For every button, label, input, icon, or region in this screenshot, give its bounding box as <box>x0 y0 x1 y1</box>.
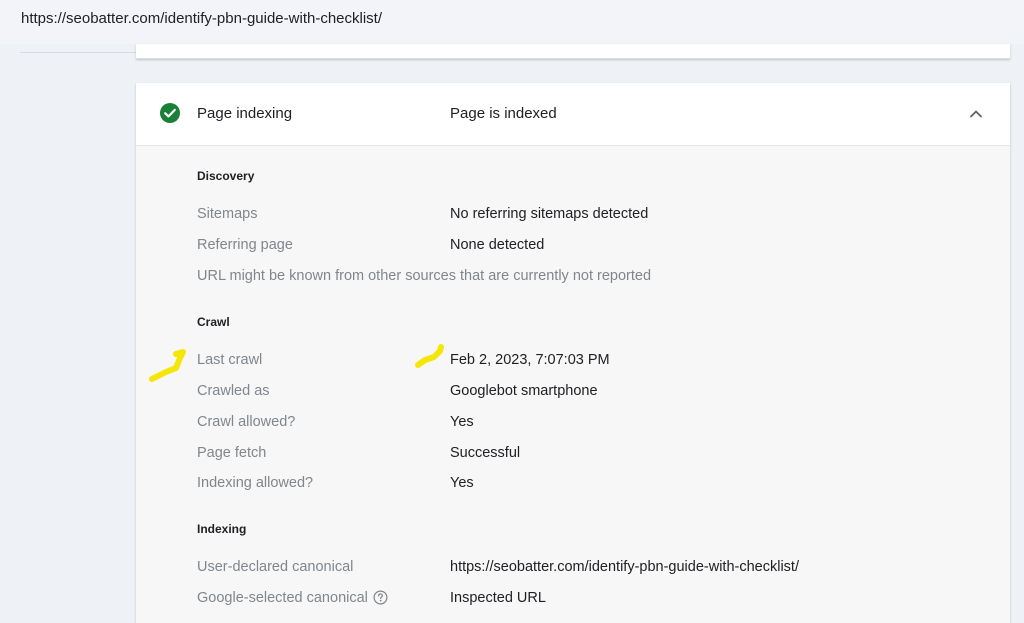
referring-page-value: None detected <box>450 237 545 253</box>
previous-card <box>136 44 1010 59</box>
crawl-heading: Crawl <box>197 315 230 329</box>
help-icon[interactable] <box>373 590 388 605</box>
google-canonical-label-row: Google-selected canonical <box>197 590 388 606</box>
google-canonical-label: Google-selected canonical <box>197 590 368 606</box>
user-canonical-value: https://seobatter.com/identify-pbn-guide… <box>450 559 799 575</box>
user-canonical-label: User-declared canonical <box>197 559 354 575</box>
sitemaps-label: Sitemaps <box>197 206 258 222</box>
check-circle-icon <box>160 103 180 123</box>
crawled-as-value: Googlebot smartphone <box>450 383 598 399</box>
divider <box>20 52 136 53</box>
referring-page-label: Referring page <box>197 237 293 253</box>
url-text: https://seobatter.com/identify-pbn-guide… <box>21 10 383 27</box>
indexing-allowed-value: Yes <box>450 475 474 491</box>
google-canonical-value: Inspected URL <box>450 590 546 606</box>
page-indexing-panel: Page indexing Page is indexed Discovery … <box>136 83 1010 623</box>
sitemaps-value: No referring sitemaps detected <box>450 206 649 222</box>
last-crawl-value: Feb 2, 2023, 7:07:03 PM <box>450 352 610 368</box>
discovery-heading: Discovery <box>197 169 255 183</box>
panel-title: Page indexing <box>197 105 293 122</box>
highlight-arrow-mark <box>415 344 444 368</box>
discovery-note: URL might be known from other sources th… <box>197 268 652 284</box>
crawl-allowed-label: Crawl allowed? <box>197 414 296 430</box>
address-bar[interactable]: https://seobatter.com/identify-pbn-guide… <box>0 0 1024 44</box>
indexing-heading: Indexing <box>197 522 247 536</box>
page-fetch-value: Successful <box>450 445 521 461</box>
highlight-arrow-mark <box>149 349 186 382</box>
last-crawl-label: Last crawl <box>197 352 263 368</box>
crawled-as-label: Crawled as <box>197 383 270 399</box>
status-text: Page is indexed <box>450 105 557 122</box>
indexing-allowed-label: Indexing allowed? <box>197 475 314 491</box>
crawl-allowed-value: Yes <box>450 414 474 430</box>
chevron-up-icon[interactable] <box>968 106 984 122</box>
page-indexing-header[interactable]: Page indexing Page is indexed <box>136 83 1010 146</box>
page-fetch-label: Page fetch <box>197 445 267 461</box>
